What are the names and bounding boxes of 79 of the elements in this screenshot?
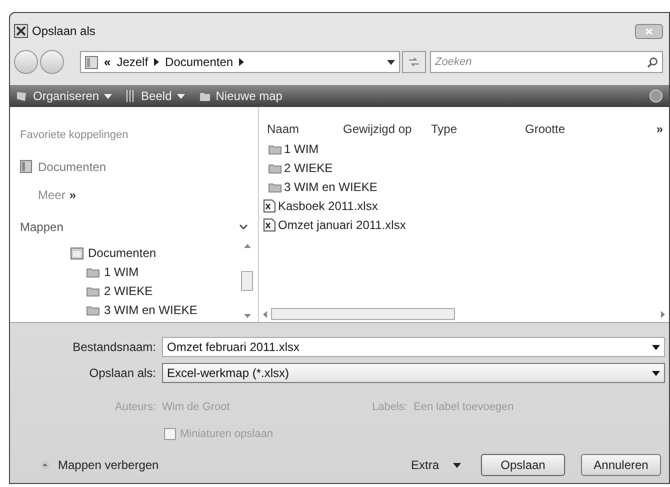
scroll-right-icon[interactable] [661,310,665,318]
caret-icon [652,370,660,376]
scroll-thumb[interactable] [241,270,253,290]
thumbnail-checkbox[interactable] [164,428,176,440]
column-header[interactable]: Naam [267,120,343,138]
file-item[interactable]: 1 WIM [284,140,319,158]
toolbar-menu[interactable]: Nieuwe map [198,87,282,105]
section-heading: Mappen [20,218,64,236]
caret-icon [104,94,112,98]
column-header[interactable]: Type [431,120,525,138]
caret-icon [652,344,660,350]
toolbar-menu[interactable]: Beeld [126,87,185,105]
toolbar-menu[interactable]: Organiseren [16,87,112,105]
favorite-link[interactable]: Documenten [38,158,106,176]
folder-icon [86,266,100,278]
scroll-up-icon[interactable] [244,244,250,248]
close-button[interactable] [635,24,663,38]
collapse-icon [40,460,50,470]
save-button[interactable]: Opslaan [481,454,565,476]
overflow-chevron[interactable]: « [104,53,111,71]
extra-menu-button[interactable]: Extra [410,456,461,474]
folder-icon [268,142,282,154]
refresh-icon [408,57,420,67]
search-field[interactable]: Zoeken [435,54,647,70]
cancel-button[interactable]: Annuleren [581,454,661,476]
scrollbar[interactable] [240,242,254,320]
tree-item[interactable]: 2 WIEKE [104,282,153,300]
organize-icon [16,90,28,102]
search-icon [647,56,658,68]
filename-field[interactable]: Omzet februari 2011.xlsx [162,337,665,357]
back-button[interactable] [14,50,38,74]
folder-view-icon [85,56,98,68]
caret-icon [387,60,395,64]
section-heading: Favoriete koppelingen [20,128,130,143]
field-label: Opslaan als: [88,365,157,382]
more-columns-button[interactable]: » [656,120,663,138]
scroll-down-icon[interactable] [244,314,250,318]
tree-item[interactable]: Documenten [88,244,156,262]
window-title: Opslaan als [32,23,96,40]
refresh-button[interactable] [402,51,426,73]
field-label: Labels: [372,400,408,415]
folder-icon [86,304,100,316]
address-bar[interactable]: « Jezelf Documenten [80,51,400,73]
search-box[interactable]: Zoeken [430,51,663,73]
filetype-dropdown[interactable]: Excel-werkmap (*.xlsx) [162,363,665,383]
spreadsheet-icon [263,198,276,212]
file-item[interactable]: Kasboek 2011.xlsx [278,196,378,214]
columns-icon [126,90,136,102]
documents-icon [20,160,32,173]
folder-icon [268,180,282,192]
tree-item[interactable]: 3 WIM en WIEKE [104,301,198,319]
field-label: Auteurs: [114,400,157,415]
forward-button[interactable] [40,50,64,74]
chevron-down-icon [239,224,248,230]
field-label: Bestandsnaam: [72,339,157,356]
new-folder-icon [198,90,211,102]
tree-item[interactable]: 1 WIM [104,263,139,281]
chevron-right-icon [239,58,244,66]
documents-icon [70,246,84,260]
column-header[interactable]: Gewijzigd op [343,120,431,138]
spreadsheet-icon [263,218,276,232]
file-item[interactable]: Omzet januari 2011.xlsx [278,216,406,234]
breadcrumb[interactable]: Documenten [165,53,234,71]
file-item[interactable]: 2 WIEKE [284,158,333,176]
hide-folders-button[interactable]: Mappen verbergen [14,456,159,474]
file-item[interactable]: 3 WIM en WIEKE [284,178,378,196]
caret-icon [453,462,461,468]
more-link[interactable]: Meer » [38,186,254,204]
column-header[interactable]: Grootte [525,120,605,138]
checkbox-label: Miniaturen opslaan [180,426,273,442]
scroll-left-icon[interactable] [263,310,267,318]
chevron-right-icon [154,58,160,66]
close-icon [645,28,653,34]
folder-icon [268,162,282,174]
folder-icon [86,285,100,297]
breadcrumb[interactable]: Jezelf [116,53,148,71]
help-icon[interactable] [649,89,663,103]
caret-icon [176,94,185,98]
app-icon [14,24,28,38]
